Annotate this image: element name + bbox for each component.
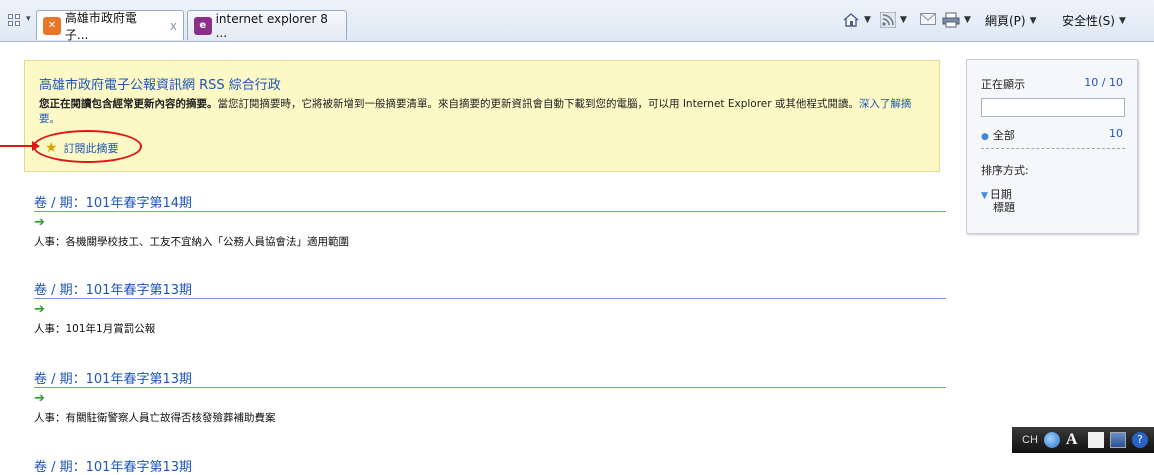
tab-label: 高雄市政府電子...	[64, 10, 137, 42]
sort-by-title[interactable]: 標題	[981, 199, 1123, 215]
entry-title-link[interactable]: 卷 / 期：101年春字第13期	[34, 456, 946, 475]
home-button[interactable]: ▼	[842, 12, 871, 28]
chevron-down-icon[interactable]: ▼	[900, 15, 907, 25]
feed-entry: 卷 / 期：101年春字第13期 ➔ 人事：101年1月賞罰公報	[34, 279, 946, 336]
help-icon[interactable]: ?	[1131, 432, 1148, 448]
read-mail-button[interactable]	[920, 12, 936, 26]
language-bar: CH A ?	[1012, 427, 1154, 453]
print-button[interactable]: ▼	[942, 12, 971, 28]
sort-label: 排序方式:	[981, 164, 1029, 177]
close-tab-icon[interactable]: x	[170, 19, 177, 33]
divider	[981, 148, 1125, 149]
input-method-icon[interactable]	[1043, 432, 1060, 448]
tab-kaohsiung[interactable]: ✕ 高雄市政府電子... x	[36, 10, 184, 42]
entry-summary: 人事：各機關學校技工、工友不宜納入「公務人員協會法」適用範圍	[34, 236, 349, 248]
feeds-icon	[880, 12, 896, 28]
tab-internet-explorer[interactable]: e internet explorer 8 ...	[187, 10, 347, 40]
printer-icon	[942, 12, 960, 28]
soft-keyboard-icon[interactable]	[1087, 432, 1104, 448]
go-arrow-icon[interactable]: ➔	[34, 391, 946, 407]
safety-menu-label: 安全性(S)	[1062, 14, 1115, 28]
safety-menu[interactable]: 安全性(S) ▼	[1062, 12, 1126, 29]
category-all-count: 10	[1109, 127, 1123, 140]
feed-description: 您正在閱讀包含經常更新內容的摘要。當您訂閱摘要時，它將被新增到一般摘要清單。來自…	[39, 97, 927, 127]
showing-count: 10 / 10	[1084, 76, 1123, 89]
feed-info-box: 高雄市政府電子公報資訊網 RSS 綜合行政 您正在閱讀包含經常更新內容的摘要。當…	[24, 60, 940, 172]
page-menu-label: 網頁(P)	[985, 14, 1026, 28]
font-style-icon[interactable]: A	[1066, 432, 1082, 448]
feed-entry: 卷 / 期：101年春字第13期 ➔ 人事：有關駐衛警察人員亡故得否核發殮葬補助…	[34, 368, 946, 425]
quick-tabs-icon[interactable]	[8, 14, 22, 28]
category-all-label: 全部	[992, 129, 1015, 142]
home-icon	[843, 13, 859, 27]
annotation-arrow-line	[0, 145, 36, 147]
showing-row: 正在顯示 10 / 10	[981, 76, 1123, 92]
mail-icon	[920, 13, 936, 25]
feed-entry: 卷 / 期：101年春字第13期	[34, 456, 946, 475]
feed-entry: 卷 / 期：101年春字第14期 ➔ 人事：各機關學校技工、工友不宜納入「公務人…	[34, 192, 946, 249]
feed-side-panel: 正在顯示 10 / 10 ● 全部 10 排序方式: ▼ 日期 標題	[966, 59, 1138, 234]
showing-label: 正在顯示	[981, 78, 1025, 91]
chevron-down-icon: ▼	[1118, 15, 1126, 26]
entry-title-link[interactable]: 卷 / 期：101年春字第13期	[34, 279, 946, 299]
tab-list-dropdown-icon[interactable]: ▾	[26, 14, 31, 24]
feeds-button[interactable]: ▼	[880, 12, 907, 28]
ime-pad-icon[interactable]	[1109, 432, 1126, 448]
go-arrow-icon[interactable]: ➔	[34, 302, 946, 318]
annotation-ellipse	[33, 130, 142, 163]
bullet-icon: ●	[981, 132, 989, 142]
browser-tab-bar: ▾ ✕ 高雄市政府電子... x e internet explorer 8 .…	[0, 0, 1154, 42]
entry-title-link[interactable]: 卷 / 期：101年春字第13期	[34, 368, 946, 388]
feed-description-body: 當您訂閱摘要時，它將被新增到一般摘要清單。來自摘要的更新資訊會自動下載到您的電腦…	[217, 98, 859, 110]
page-menu[interactable]: 網頁(P) ▼	[985, 12, 1037, 29]
filter-input[interactable]	[981, 98, 1125, 117]
rss-feed-icon: e	[194, 16, 212, 35]
feed-description-lead: 您正在閱讀包含經常更新內容的摘要。	[39, 98, 218, 110]
feed-title: 高雄市政府電子公報資訊網 RSS 綜合行政	[39, 78, 281, 93]
category-all[interactable]: ● 全部 10	[981, 127, 1123, 143]
sort-by-title-label: 標題	[993, 201, 1015, 214]
chevron-down-icon[interactable]: ▼	[964, 15, 971, 25]
tab-label: internet explorer 8 ...	[215, 11, 328, 40]
entry-summary: 人事：有關駐衛警察人員亡故得否核發殮葬補助費案	[34, 412, 276, 424]
kaohsiung-site-icon: ✕	[43, 16, 61, 35]
chevron-down-icon[interactable]: ▼	[864, 15, 871, 25]
chevron-down-icon: ▼	[1029, 15, 1037, 26]
language-indicator[interactable]: CH	[1022, 434, 1038, 446]
entry-summary: 人事：101年1月賞罰公報	[34, 323, 156, 335]
go-arrow-icon[interactable]: ➔	[34, 215, 946, 231]
entry-title-link[interactable]: 卷 / 期：101年春字第14期	[34, 192, 946, 212]
